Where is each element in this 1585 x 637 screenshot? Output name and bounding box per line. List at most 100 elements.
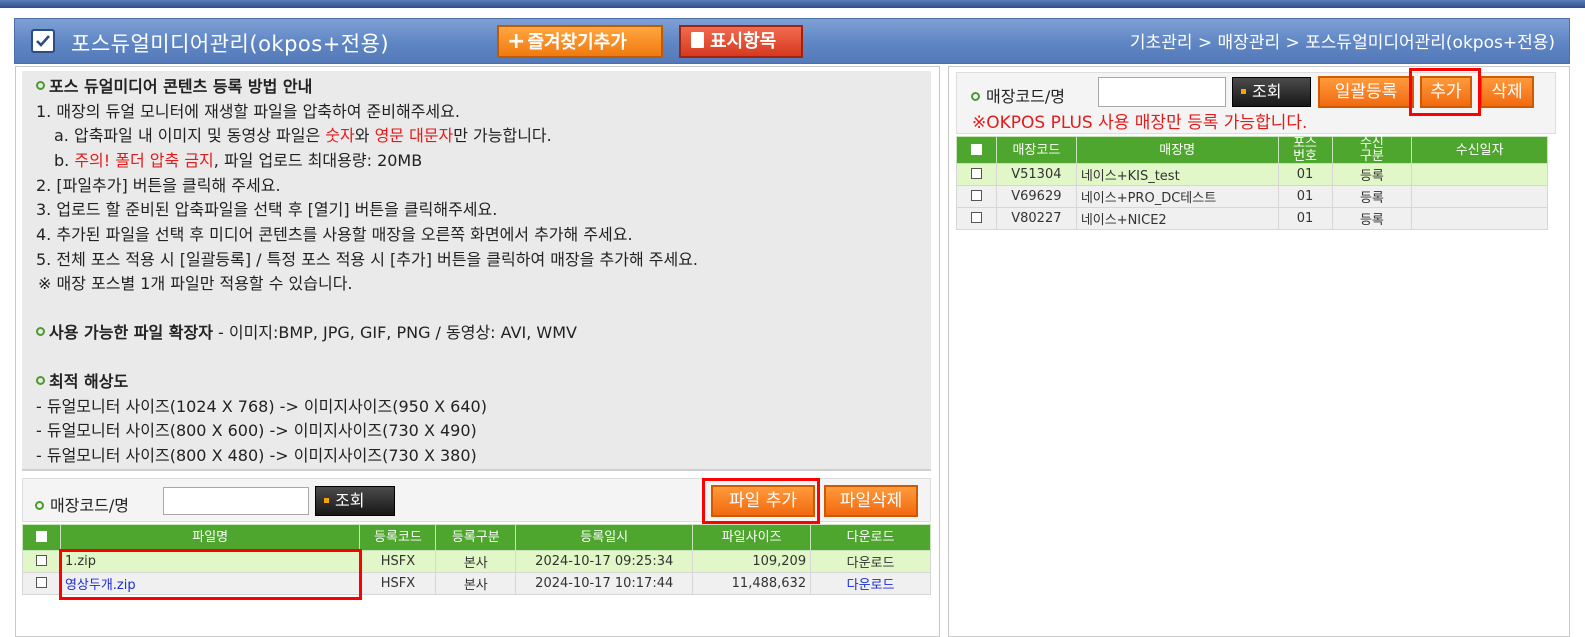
row-checkbox[interactable]: [970, 190, 982, 201]
resolution-title-text: 최적 해상도: [49, 372, 129, 391]
square-icon: [324, 498, 329, 503]
guide-warning: 주의! 폴더 압축 금지: [74, 151, 214, 170]
reg-date: 2024-10-17 10:17:44: [515, 572, 694, 595]
table-row[interactable]: V69629 네이스+PRO_DC테스트 01 등록: [956, 185, 1548, 208]
row-checkbox[interactable]: [35, 577, 47, 588]
table-header-row: 매장코드 매장명 포스 번호 수신 구분 수신일자: [956, 136, 1548, 164]
display-items-button[interactable]: 표시항목: [679, 25, 803, 58]
guide-highlight: 숫자: [325, 126, 355, 145]
search-button[interactable]: 조회: [315, 486, 395, 516]
store-code-label: 매장코드/명: [35, 492, 129, 516]
store-code: V69629: [995, 185, 1077, 208]
row-checkbox[interactable]: [970, 212, 982, 223]
guide-title: 포스 듀얼미디어 콘텐츠 등록 방법 안내: [36, 73, 312, 97]
resolution-line: - 듀얼모니터 사이즈(800 X 480) -> 이미지사이즈(730 X 3…: [36, 446, 477, 465]
resolution-line: - 듀얼모니터 사이즈(1024 X 768) -> 이미지사이즈(950 X …: [36, 397, 487, 416]
guide-text: 만 가능합니다.: [453, 126, 552, 145]
checkbox-icon: [31, 29, 55, 53]
store-code-label: 매장코드/명: [971, 83, 1065, 107]
guide-title-text: 포스 듀얼미디어 콘텐츠 등록 방법 안내: [49, 77, 313, 96]
bullet-icon: [36, 376, 45, 385]
col-header: 등록일시: [515, 524, 694, 551]
guide-text: b.: [54, 151, 75, 170]
row-checkbox-cell: [956, 163, 997, 186]
row-checkbox-cell: [22, 572, 61, 595]
store-code: V80227: [995, 207, 1077, 230]
col-header: 수신 구분: [1331, 136, 1413, 164]
col-header: 매장코드: [995, 136, 1077, 164]
extensions-title: 사용 가능한 파일 확장자: [49, 323, 213, 342]
table-row[interactable]: V51304 네이스+KIS_test 01 등록: [956, 163, 1548, 186]
bullet-icon: [35, 501, 44, 510]
store-name: 네이스+PRO_DC테스트: [1075, 185, 1279, 208]
col-header: 파일명: [59, 524, 361, 551]
bulk-register-button[interactable]: 일괄등록: [1318, 76, 1414, 108]
plus-icon: +: [507, 29, 526, 54]
select-all-checkbox[interactable]: [35, 531, 47, 542]
row-checkbox[interactable]: [35, 555, 47, 566]
document-icon: [691, 32, 704, 48]
receive-date: [1411, 185, 1548, 208]
select-all-checkbox[interactable]: [970, 143, 982, 155]
search-button-label: 조회: [1252, 82, 1282, 101]
col-header: 다운로드: [810, 524, 931, 551]
guide-line: 2. [파일추가] 버튼을 클릭해 주세요.: [36, 176, 281, 195]
receive-type: 등록: [1331, 185, 1413, 208]
guide-line: 5. 전체 포스 적용 시 [일괄등록] / 특정 포스 적용 시 [추가] 버…: [36, 250, 699, 269]
guide-panel: 포스 듀얼미디어 콘텐츠 등록 방법 안내 1. 매장의 듀얼 모니터에 재생할…: [22, 71, 931, 471]
col-header: 매장명: [1075, 136, 1279, 164]
receive-type: 등록: [1331, 163, 1413, 186]
guide-line: b. 주의! 폴더 압축 금지, 파일 업로드 최대용량: 20MB: [54, 147, 422, 171]
page-header: 포스듀얼미디어관리(okpos+전용) + 즐겨찾기추가 표시항목 기초관리 > …: [14, 18, 1570, 64]
reg-code: HSFX: [359, 550, 437, 573]
receive-date: [1411, 163, 1548, 186]
search-button[interactable]: 조회: [1232, 77, 1311, 107]
receive-date: [1411, 207, 1548, 230]
pos-number: 01: [1277, 185, 1333, 208]
download-link[interactable]: 다운로드: [810, 572, 931, 595]
row-checkbox-cell: [22, 550, 61, 573]
reg-code: HSFX: [359, 572, 437, 595]
store-name: 네이스+NICE2: [1075, 207, 1279, 230]
guide-line: 1. 매장의 듀얼 모니터에 재생할 파일을 압축하여 준비해주세요.: [36, 102, 460, 121]
store-name: 네이스+KIS_test: [1075, 163, 1279, 186]
file-size: 11,488,632: [692, 572, 812, 595]
store-code-label-text: 매장코드/명: [986, 87, 1065, 106]
store-table: 매장코드 매장명 포스 번호 수신 구분 수신일자 V51304 네이스+KIS…: [956, 136, 1548, 230]
guide-text: , 파일 업로드 최대용량: 20MB: [213, 151, 423, 170]
download-link[interactable]: 다운로드: [810, 550, 931, 573]
row-checkbox[interactable]: [970, 168, 982, 179]
guide-line: ※ 매장 포스별 1개 파일만 적용할 수 있습니다.: [38, 274, 353, 293]
store-code-input[interactable]: [1098, 77, 1226, 107]
add-favorite-label: 즐겨찾기추가: [527, 32, 627, 53]
bullet-icon: [971, 92, 980, 101]
resolution-line: - 듀얼모니터 사이즈(800 X 600) -> 이미지사이즈(730 X 4…: [36, 421, 477, 440]
pos-number: 01: [1277, 207, 1333, 230]
col-header: 등록코드: [359, 524, 437, 551]
col-header: 파일사이즈: [692, 524, 812, 551]
store-code-input[interactable]: [163, 487, 309, 515]
store-code: V51304: [995, 163, 1077, 186]
guide-line: a. 압축파일 내 이미지 및 동영상 파일은 숫자와 영문 대문자만 가능합니…: [54, 122, 552, 146]
extensions-line: 사용 가능한 파일 확장자 - 이미지:BMP, JPG, GIF, PNG /…: [36, 319, 577, 343]
display-items-label: 표시항목: [710, 31, 777, 52]
bullet-icon: [36, 81, 45, 90]
guide-highlight: 영문 대문자: [374, 126, 454, 145]
highlight-box: [59, 549, 362, 600]
okpos-notice: ※OKPOS PLUS 사용 매장만 등록 가능합니다.: [972, 113, 1308, 133]
add-favorite-button[interactable]: + 즐겨찾기추가: [497, 25, 663, 58]
row-checkbox-cell: [956, 207, 997, 230]
col-header: 포스 번호: [1277, 136, 1333, 164]
table-row[interactable]: V80227 네이스+NICE2 01 등록: [956, 207, 1548, 230]
row-checkbox-cell: [956, 185, 997, 208]
guide-text: a. 압축파일 내 이미지 및 동영상 파일은: [54, 126, 326, 145]
highlight-box: [702, 478, 820, 524]
highlight-box: [1409, 68, 1481, 116]
file-size: 109,209: [692, 550, 812, 573]
search-button-label: 조회: [335, 491, 365, 510]
table-header-row: 파일명 등록코드 등록구분 등록일시 파일사이즈 다운로드: [22, 524, 931, 551]
col-header: 수신일자: [1411, 136, 1548, 164]
delete-store-button[interactable]: 삭제: [1480, 76, 1534, 108]
guide-text: 와: [354, 126, 375, 145]
delete-file-button[interactable]: 파일삭제: [824, 485, 918, 517]
